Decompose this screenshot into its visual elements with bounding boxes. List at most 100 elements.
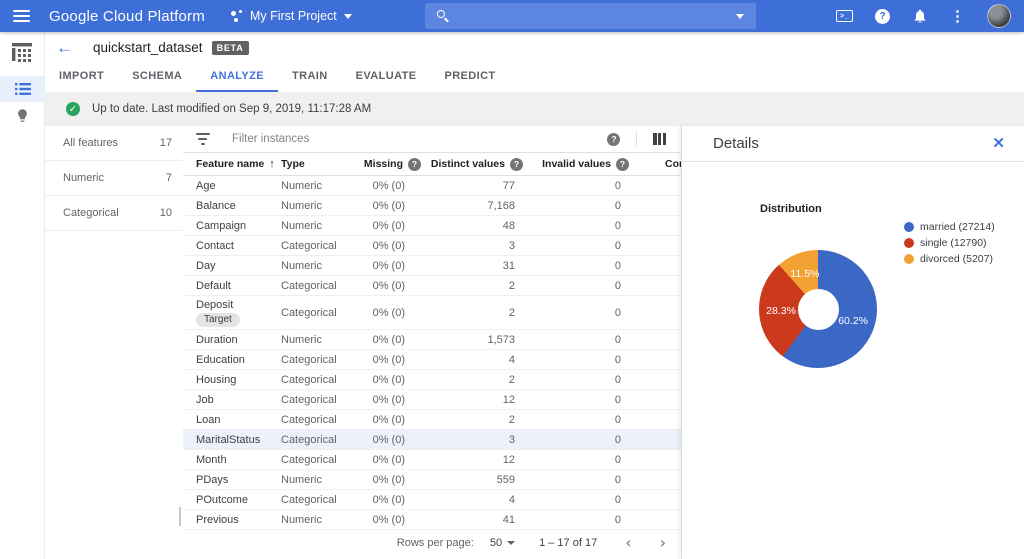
sidebar-item-insights[interactable]: [0, 102, 45, 128]
details-panel: Details ✕ Distribution married (27214) si…: [681, 126, 1024, 559]
table-footer: Rows per page: 50 1 – 17 of 17 ‹ ›: [183, 530, 681, 556]
sidebar-item-datasets[interactable]: [0, 76, 45, 102]
column-header[interactable]: Type: [281, 158, 369, 170]
tab-train[interactable]: TRAIN: [278, 63, 342, 92]
column-help-icon[interactable]: ?: [510, 157, 523, 171]
search-icon: [437, 10, 449, 23]
table-row[interactable]: Job Categorical 0% (0) 12 0: [183, 390, 681, 410]
pie-slice-label: 11.5%: [790, 268, 820, 281]
scrollbar-thumb[interactable]: [179, 507, 181, 526]
features-table: Filter instances ? Feature name ↑ Type Miss…: [183, 126, 681, 559]
automl-tables-logo-icon[interactable]: [11, 41, 33, 63]
column-help-icon[interactable]: ?: [408, 157, 421, 171]
back-arrow-icon[interactable]: ←: [56, 39, 73, 56]
table-row[interactable]: Housing Categorical 0% (0) 2 0: [183, 370, 681, 390]
legend-item: single (12790): [904, 237, 995, 249]
divider: [636, 131, 638, 147]
feature-nav-item[interactable]: Numeric 7: [45, 161, 183, 196]
table-row[interactable]: Education Categorical 0% (0) 4 0: [183, 350, 681, 370]
details-header: Details ✕: [682, 126, 1024, 162]
legend-dot: [904, 238, 914, 248]
table-row[interactable]: Balance Numeric 0% (0) 7,168 0: [183, 196, 681, 216]
feature-nav-label: All features: [63, 137, 119, 149]
search-input[interactable]: [425, 3, 756, 29]
check-circle-icon: ✓: [66, 102, 80, 116]
table-row[interactable]: Day Numeric 0% (0) 31 0: [183, 256, 681, 276]
rows-per-page-select[interactable]: 50: [490, 537, 516, 549]
column-selector-icon[interactable]: [653, 133, 666, 145]
column-header[interactable]: Corr: [629, 158, 681, 170]
column-header[interactable]: Missing?: [364, 157, 429, 171]
prev-page-button[interactable]: ‹: [625, 535, 631, 551]
feature-nav-count: 17: [159, 137, 172, 149]
page-header: ← quickstart_dataset BETA: [45, 32, 1024, 63]
table-row[interactable]: Duration Numeric 0% (0) 1,573 0: [183, 330, 681, 350]
table-row[interactable]: Age Numeric 0% (0) 77 0: [183, 176, 681, 196]
status-text: Up to date. Last modified on Sep 9, 2019…: [92, 103, 372, 115]
table-row[interactable]: Campaign Numeric 0% (0) 48 0: [183, 216, 681, 236]
tab-bar: IMPORT SCHEMA ANALYZE TRAIN EVALUATE PREDICT: [45, 63, 1024, 92]
chevron-down-icon: [343, 13, 352, 19]
notifications-icon[interactable]: [912, 8, 928, 24]
cloud-shell-icon[interactable]: >_: [836, 10, 853, 22]
project-selector[interactable]: My First Project: [230, 9, 352, 23]
tab-analyze[interactable]: ANALYZE: [196, 63, 278, 92]
table-help-icon[interactable]: ?: [607, 132, 621, 146]
chart-title: Distribution: [760, 203, 822, 215]
column-help-icon[interactable]: ?: [616, 157, 629, 171]
feature-nav-item[interactable]: All features 17: [45, 126, 183, 161]
feature-nav-item[interactable]: Categorical 10: [45, 196, 183, 231]
sort-arrow-icon: ↑: [269, 158, 275, 170]
nav-rail: [0, 32, 45, 559]
pie-slice-label: 28.3%: [766, 304, 796, 317]
table-row[interactable]: POutcome Categorical 0% (0) 4 0: [183, 490, 681, 510]
help-icon[interactable]: ?: [875, 8, 890, 24]
table-row[interactable]: Month Categorical 0% (0) 12 0: [183, 450, 681, 470]
donut-hole: [797, 288, 839, 330]
filter-input[interactable]: Filter instances: [232, 133, 309, 145]
donut-chart[interactable]: 60.2% 28.3% 11.5%: [759, 250, 877, 368]
chevron-down-icon: [507, 541, 516, 545]
avatar[interactable]: [987, 4, 1011, 28]
column-header[interactable]: Distinct values?: [429, 157, 529, 171]
lightbulb-icon: [18, 108, 27, 122]
feature-nav-label: Numeric: [63, 172, 104, 184]
table-header-row: Feature name ↑ Type Missing? Distinct values…: [183, 153, 681, 176]
pie-slice-label: 60.2%: [838, 314, 868, 327]
table-row[interactable]: PDays Numeric 0% (0) 559 0: [183, 470, 681, 490]
tab-evaluate[interactable]: EVALUATE: [342, 63, 431, 92]
filter-icon[interactable]: [195, 133, 210, 145]
close-icon[interactable]: ✕: [992, 136, 1005, 151]
list-icon: [14, 83, 31, 95]
table-row[interactable]: Loan Categorical 0% (0) 2 0: [183, 410, 681, 430]
table-row[interactable]: Default Categorical 0% (0) 2 0: [183, 276, 681, 296]
details-title: Details: [713, 135, 759, 152]
page-title: quickstart_dataset: [93, 40, 203, 55]
search-dropdown-icon[interactable]: [736, 13, 744, 19]
column-header[interactable]: Feature name ↑: [196, 158, 281, 170]
tab-import[interactable]: IMPORT: [45, 63, 118, 92]
status-bar: ✓ Up to date. Last modified on Sep 9, 20…: [45, 92, 1024, 126]
brand-title: Google Cloud Platform: [49, 7, 205, 25]
legend-dot: [904, 222, 914, 232]
project-icon: [230, 10, 243, 22]
table-row[interactable]: Previous Numeric 0% (0) 41 0: [183, 510, 681, 530]
tab-schema[interactable]: SCHEMA: [118, 63, 196, 92]
rows-per-page-label: Rows per page:: [396, 537, 474, 549]
top-bar: Google Cloud Platform My First Project >…: [0, 0, 1024, 32]
next-page-button[interactable]: ›: [660, 535, 666, 551]
legend-item: divorced (5207): [904, 253, 995, 265]
legend-dot: [904, 254, 914, 264]
table-row[interactable]: Deposit Target Categorical 0% (0) 2 0: [183, 296, 681, 330]
filter-bar: Filter instances ?: [183, 126, 681, 153]
pagination-range: 1 – 17 of 17: [539, 537, 598, 549]
feature-nav-count: 7: [165, 172, 172, 184]
feature-nav-count: 10: [159, 207, 172, 219]
tab-predict[interactable]: PREDICT: [430, 63, 509, 92]
target-chip: Target: [196, 312, 240, 327]
table-row[interactable]: MaritalStatus Categorical 0% (0) 3 0: [183, 430, 681, 450]
column-header[interactable]: Invalid values?: [529, 157, 629, 171]
menu-icon[interactable]: [13, 10, 30, 22]
more-vert-icon[interactable]: ⋮: [950, 9, 965, 24]
table-row[interactable]: Contact Categorical 0% (0) 3 0: [183, 236, 681, 256]
